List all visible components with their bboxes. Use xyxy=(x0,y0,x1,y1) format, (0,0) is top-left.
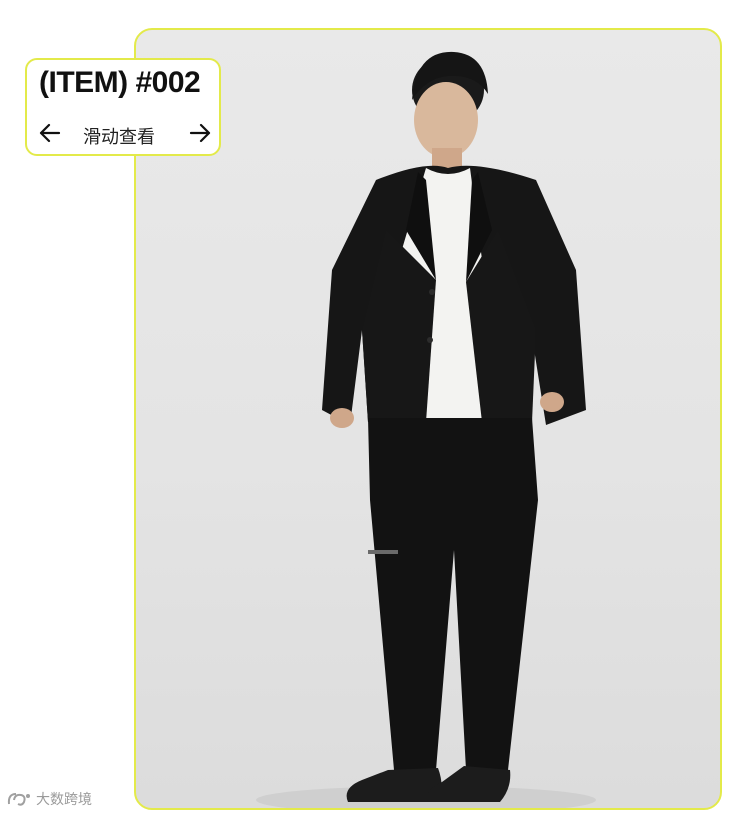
arrow-right-icon[interactable] xyxy=(187,120,213,146)
watermark: 大数跨境 xyxy=(6,788,92,810)
model-full-body-icon xyxy=(256,51,596,808)
swipe-navigation[interactable]: 滑动查看 xyxy=(37,118,213,148)
item-label-card: (ITEM) #002 滑动查看 xyxy=(25,58,221,156)
item-number-title: (ITEM) #002 xyxy=(39,66,201,99)
swipe-hint-label: 滑动查看 xyxy=(83,127,155,148)
watermark-logo-icon xyxy=(7,793,30,806)
arrow-left-icon[interactable] xyxy=(37,120,63,146)
watermark-text: 大数跨境 xyxy=(36,792,92,808)
product-photo xyxy=(134,28,722,810)
